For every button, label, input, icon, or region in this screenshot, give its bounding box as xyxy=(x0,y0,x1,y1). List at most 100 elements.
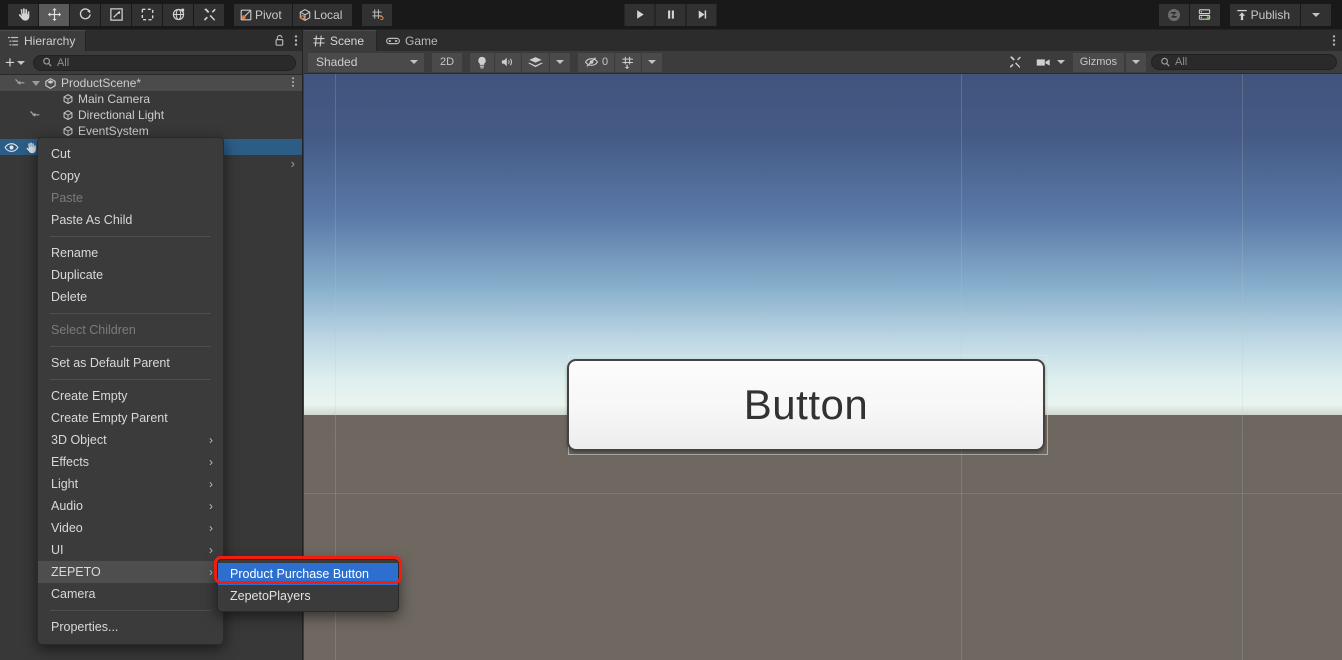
scene-panel-menu-button[interactable] xyxy=(1332,30,1336,51)
menu-item-audio[interactable]: Audio › xyxy=(38,495,223,517)
lock-open-icon[interactable] xyxy=(274,34,286,47)
toggle-2d-label: 2D xyxy=(439,56,455,68)
gizmo-search-input[interactable]: All xyxy=(1151,54,1337,70)
hand-pointer-icon[interactable] xyxy=(24,141,37,154)
hierarchy-row-scene[interactable]: ProductScene* xyxy=(0,75,302,91)
pause-button[interactable] xyxy=(655,3,686,26)
local-toggle-button[interactable]: Local xyxy=(292,3,353,26)
menu-item-video[interactable]: Video › xyxy=(38,517,223,539)
eye-icon[interactable] xyxy=(4,142,19,153)
hierarchy-tabbar: Hierarchy xyxy=(0,30,302,51)
chevron-down-icon xyxy=(556,60,564,64)
menu-item-copy[interactable]: Copy xyxy=(38,165,223,187)
tab-hierarchy[interactable]: Hierarchy xyxy=(0,30,87,51)
zepeto-cloud-button[interactable] xyxy=(1158,3,1189,26)
menu-item-cut[interactable]: Cut xyxy=(38,143,223,165)
menu-item-label: Duplicate xyxy=(51,268,104,282)
hierarchy-tab-label: Hierarchy xyxy=(24,34,76,48)
custom-tool-button[interactable] xyxy=(194,3,224,26)
pivot-icon xyxy=(239,8,253,22)
playback-controls xyxy=(624,3,718,26)
chevron-down-icon[interactable] xyxy=(32,80,40,86)
toolbar-left-group: Pivot Local xyxy=(8,3,393,26)
menu-item-label: Light xyxy=(51,477,79,491)
hierarchy-row-main-camera[interactable]: Main Camera xyxy=(0,91,302,107)
menu-item-delete[interactable]: Delete xyxy=(38,286,223,308)
chevron-right-icon: › xyxy=(209,499,213,513)
hierarchy-search-input[interactable]: All xyxy=(32,54,296,71)
toggle-2d-button[interactable]: 2D xyxy=(432,52,462,72)
step-button[interactable] xyxy=(686,3,717,26)
speaker-icon xyxy=(501,56,515,68)
menu-item-3d-object[interactable]: 3D Object › xyxy=(38,429,223,451)
main-toolbar: Pivot Local Publish xyxy=(0,0,1342,30)
local-icon xyxy=(298,8,312,22)
publish-button[interactable]: Publish xyxy=(1229,3,1300,26)
play-icon xyxy=(633,8,646,21)
effects-dropdown-button[interactable] xyxy=(550,52,570,72)
tab-game[interactable]: Game xyxy=(377,30,450,51)
lighting-toggle-button[interactable] xyxy=(470,52,494,72)
menu-item-create-empty[interactable]: Create Empty xyxy=(38,385,223,407)
light-vis-icon[interactable] xyxy=(29,109,42,121)
grid-visibility-icon xyxy=(621,56,635,69)
scene-tools-button[interactable] xyxy=(1001,52,1028,72)
scene-vis-icon[interactable] xyxy=(14,77,27,89)
menu-item-light[interactable]: Light › xyxy=(38,473,223,495)
submenu-item-product-purchase-button[interactable]: Product Purchase Button xyxy=(218,563,398,585)
grid-line-vertical xyxy=(1242,74,1243,660)
grid-snap-button[interactable] xyxy=(362,3,393,26)
transform-tool-button[interactable] xyxy=(163,3,193,26)
menu-item-label: Audio xyxy=(51,499,83,513)
menu-item-create-empty-parent[interactable]: Create Empty Parent xyxy=(38,407,223,429)
tab-scene[interactable]: Scene xyxy=(304,30,378,51)
menu-item-duplicate[interactable]: Duplicate xyxy=(38,264,223,286)
rect-tool-button[interactable] xyxy=(132,3,162,26)
draw-mode-dropdown[interactable]: Shaded xyxy=(308,52,424,72)
menu-item-zepeto[interactable]: ZEPETO › xyxy=(38,561,223,583)
submenu-item-label: ZepetoPlayers xyxy=(230,589,311,603)
pivot-toggle-button[interactable]: Pivot xyxy=(234,3,292,26)
gizmo-search-placeholder: All xyxy=(1175,56,1188,68)
menu-separator xyxy=(50,379,211,380)
move-tool-button[interactable] xyxy=(39,3,69,26)
scene-ui-button[interactable]: Button xyxy=(567,359,1045,451)
scene-viewport[interactable]: Button xyxy=(304,74,1342,660)
grid-dropdown-button[interactable] xyxy=(642,52,663,72)
gizmos-dropdown-button[interactable] xyxy=(1126,52,1146,72)
scene-toolbar: Shaded 2D 0 Gizmos All xyxy=(304,51,1342,74)
submenu-item-zepeto-players[interactable]: ZepetoPlayers xyxy=(218,585,398,607)
rotate-tool-button[interactable] xyxy=(70,3,100,26)
menu-item-ui[interactable]: UI › xyxy=(38,539,223,561)
hierarchy-tab-icons xyxy=(274,30,298,51)
audio-toggle-button[interactable] xyxy=(495,52,521,72)
grid-visibility-button[interactable] xyxy=(615,52,642,72)
play-button[interactable] xyxy=(624,3,655,26)
hidden-objects-button[interactable]: 0 xyxy=(578,52,615,72)
chevron-right-icon: › xyxy=(209,455,213,469)
scene-kebab-icon[interactable] xyxy=(291,76,295,91)
scene-camera-button[interactable] xyxy=(1029,52,1071,72)
menu-item-camera[interactable]: Camera xyxy=(38,583,223,605)
gizmos-button[interactable]: Gizmos xyxy=(1072,52,1124,72)
effects-toggle-button[interactable] xyxy=(522,52,549,72)
hand-tool-button[interactable] xyxy=(8,3,38,26)
menu-item-effects[interactable]: Effects › xyxy=(38,451,223,473)
scene-icon xyxy=(44,77,57,90)
publish-dropdown-button[interactable] xyxy=(1301,3,1331,26)
services-button[interactable] xyxy=(1189,3,1220,26)
hierarchy-row-directional-light[interactable]: Directional Light xyxy=(0,107,302,123)
kebab-icon[interactable] xyxy=(294,34,298,47)
step-icon xyxy=(695,8,708,21)
gamepad-icon xyxy=(386,36,400,46)
menu-item-set-as-default-parent[interactable]: Set as Default Parent xyxy=(38,352,223,374)
scale-tool-button[interactable] xyxy=(101,3,131,26)
menu-item-paste-as-child[interactable]: Paste As Child xyxy=(38,209,223,231)
services-icon xyxy=(1197,7,1212,22)
chevron-right-icon[interactable]: › xyxy=(291,157,295,170)
menu-item-properties[interactable]: Properties... xyxy=(38,616,223,638)
add-object-button[interactable]: + xyxy=(5,54,25,71)
chevron-down-icon xyxy=(1312,12,1320,17)
gameobject-icon xyxy=(62,93,74,105)
menu-item-rename[interactable]: Rename xyxy=(38,242,223,264)
